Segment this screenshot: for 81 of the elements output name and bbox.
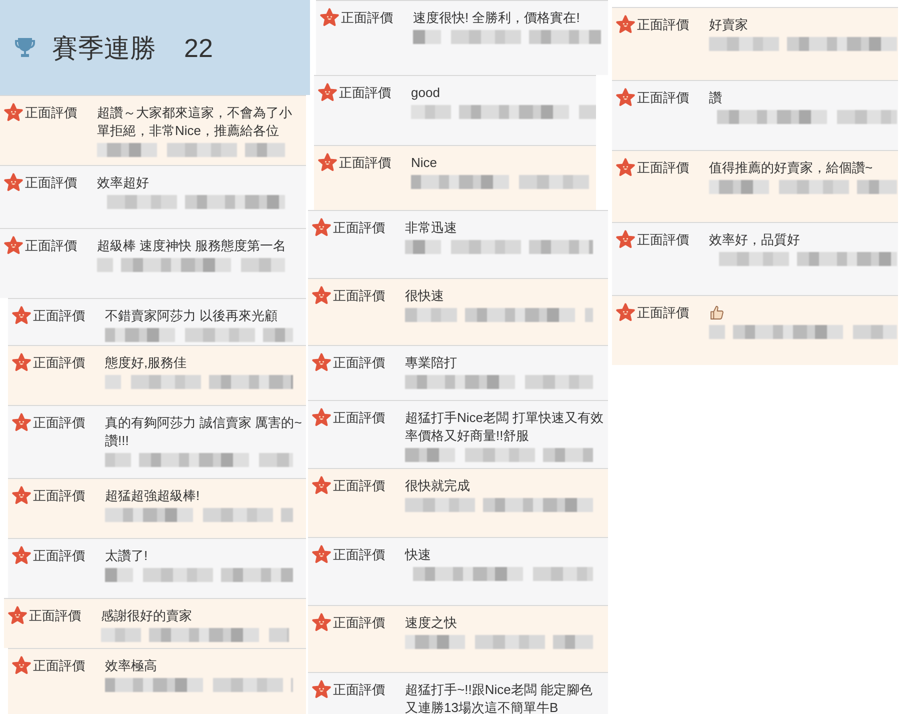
rating-label: 正面評價 <box>33 354 86 372</box>
rating-label: 正面評價 <box>637 231 690 249</box>
star-icon <box>11 412 32 433</box>
rating-label: 正面評價 <box>25 174 78 192</box>
comment-text: 超級棒 速度神快 服務態度第一名 <box>97 237 288 255</box>
comment-text: 速度很快! 全勝利，價格實在! <box>413 9 581 27</box>
comment-text: 超猛打手~!!跟Nice老闆 能定腳色又連勝13場次這不簡單牛B <box>405 681 594 714</box>
star-icon <box>311 612 332 633</box>
star-icon <box>615 229 636 250</box>
star-icon <box>311 285 332 306</box>
rating-label: 正面評價 <box>25 104 78 122</box>
rating-label: 正面評價 <box>333 614 386 632</box>
comment-text: 超讚～大家都來這家，不會為了小單拒絕，非常Nice，推薦給各位 <box>97 104 293 140</box>
rating-label: 正面評價 <box>333 409 386 427</box>
star-icon <box>11 305 32 326</box>
star-icon <box>319 7 340 28</box>
rating-label: 正面評價 <box>29 607 82 625</box>
rating-label: 正面評價 <box>33 307 86 325</box>
comment-text: 不錯賣家阿莎力 以後再來光顧 <box>105 307 279 325</box>
comment-text: good <box>411 84 441 102</box>
rating-label: 正面評價 <box>637 16 690 34</box>
comment-text: 非常迅速 <box>405 219 458 237</box>
thumbs-up-icon <box>709 305 725 321</box>
comment-text: 超猛超強超級棒! <box>105 487 201 505</box>
comment-text: 好賣家 <box>709 16 749 34</box>
star-icon <box>311 679 332 700</box>
star-icon <box>615 302 636 323</box>
header-title: 賽季連勝 <box>52 34 156 60</box>
star-icon <box>7 605 28 626</box>
star-icon <box>317 152 338 173</box>
comment-text: 超猛打手Nice老闆 打單快速又有效率價格又好商量!!舒服 <box>405 409 604 445</box>
star-icon <box>11 485 32 506</box>
star-icon <box>11 655 32 676</box>
comment-text: 效率好，品質好 <box>709 231 801 249</box>
comment-text: 讚 <box>709 89 723 107</box>
star-icon <box>615 157 636 178</box>
comment-text: 值得推薦的好賣家，給個讚~ <box>709 159 874 177</box>
comment-text: 真的有夠阿莎力 誠信賣家 厲害的~讚!!! <box>105 414 302 450</box>
star-icon <box>615 87 636 108</box>
rating-label: 正面評價 <box>333 287 386 305</box>
comment-text: 速度之快 <box>405 614 458 632</box>
star-icon <box>11 545 32 566</box>
star-icon <box>311 217 332 238</box>
comment-text: 感謝很好的賣家 <box>101 607 193 625</box>
rating-label: 正面評價 <box>637 89 690 107</box>
star-icon <box>311 352 332 373</box>
rating-label: 正面評價 <box>333 681 386 699</box>
comment-text: 太讚了! <box>105 547 149 565</box>
rating-label: 正面評價 <box>33 414 86 432</box>
comment-text: 效率極高 <box>105 657 158 675</box>
trophy-icon <box>12 36 38 60</box>
comment-text: 很快速 <box>405 287 445 305</box>
comment-text: 快速 <box>405 546 432 564</box>
star-icon <box>615 14 636 35</box>
star-icon <box>311 407 332 428</box>
star-icon <box>3 102 24 123</box>
rating-label: 正面評價 <box>637 159 690 177</box>
star-icon <box>311 544 332 565</box>
streak-count: 22 <box>184 34 213 60</box>
rating-label: 正面評價 <box>637 304 690 322</box>
comment-text: 態度好,服務佳 <box>105 354 188 372</box>
rating-label: 正面評價 <box>333 477 386 495</box>
star-icon <box>3 235 24 256</box>
rating-label: 正面評價 <box>339 154 392 172</box>
rating-label: 正面評價 <box>25 237 78 255</box>
rating-label: 正面評價 <box>33 487 86 505</box>
star-icon <box>311 475 332 496</box>
rating-label: 正面評價 <box>33 657 86 675</box>
rating-label: 正面評價 <box>339 84 392 102</box>
star-icon <box>317 82 338 103</box>
comment-text: 專業陪打 <box>405 354 458 372</box>
star-icon <box>3 172 24 193</box>
comment-text: Nice <box>411 154 438 172</box>
comment-text: 效率超好 <box>97 174 150 192</box>
star-icon <box>11 352 32 373</box>
rating-label: 正面評價 <box>333 219 386 237</box>
comment-text: 很快就完成 <box>405 477 471 495</box>
rating-label: 正面評價 <box>33 547 86 565</box>
rating-label: 正面評價 <box>333 354 386 372</box>
rating-label: 正面評價 <box>333 546 386 564</box>
rating-label: 正面評價 <box>341 9 394 27</box>
